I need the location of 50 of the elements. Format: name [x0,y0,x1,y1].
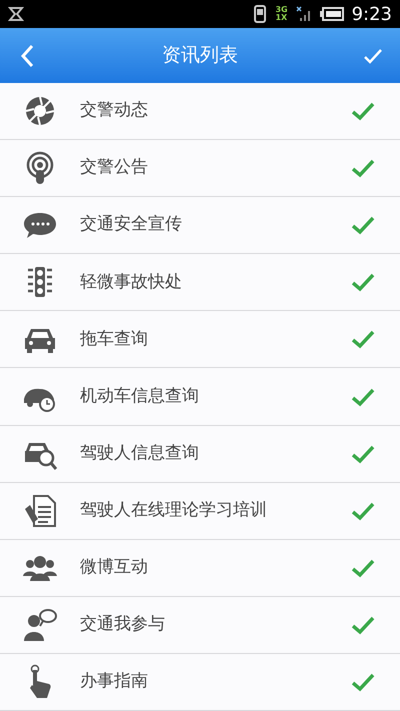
check-icon [351,101,375,122]
item-label: 微博互动 [80,556,149,580]
list-item[interactable]: 交警动态 [0,83,400,140]
network-type: 3G [275,6,288,14]
list-item[interactable]: 驾驶人信息查询 [0,426,400,483]
item-label: 交警动态 [80,99,149,122]
list-item[interactable]: 交警公告 [0,140,400,198]
page-title: 资讯列表 [161,43,239,68]
item-checkbox[interactable] [350,157,376,180]
check-icon [351,444,375,464]
phone-icon [253,5,268,23]
clock-time: 9:23 [352,2,392,26]
check-icon [351,272,375,292]
check-icon [351,158,375,178]
check-icon [351,386,375,407]
item-checkbox[interactable] [350,100,376,122]
hourglass-icon [8,6,24,22]
check-icon [351,614,375,635]
item-checkbox[interactable] [350,271,376,294]
item-label: 机动车信息查询 [80,384,200,408]
person-speech-icon [22,606,58,643]
network-type: 1X [275,14,288,22]
check-icon [351,215,375,236]
list-item[interactable]: 交通我参与 [0,596,400,654]
list-item[interactable]: 办事指南 [0,654,400,711]
list-item[interactable]: 交通安全宣传 [0,197,400,254]
signal-icon [296,6,312,22]
item-label: 驾驶人信息查询 [80,442,200,465]
document-pencil-icon [22,492,58,529]
item-label: 驾驶人在线理论学习培训 [80,498,268,522]
list-item[interactable]: 驾驶人在线理论学习培训 [0,482,400,540]
check-icon [363,48,383,64]
item-label: 交警公告 [80,156,149,180]
back-icon [20,44,34,68]
item-label: 交通我参与 [80,613,166,636]
item-checkbox[interactable] [350,328,376,350]
item-label: 轻微事故快处 [80,270,183,294]
item-label: 办事指南 [80,670,149,694]
battery-icon [320,7,344,21]
list-item[interactable]: 拖车查询 [0,311,400,368]
check-icon [351,500,375,521]
item-checkbox[interactable] [350,214,376,236]
list-item[interactable]: 轻微事故快处 [0,254,400,312]
check-icon [351,672,375,692]
item-label: 拖车查询 [80,328,149,351]
list-item[interactable]: 机动车信息查询 [0,368,400,426]
check-icon [351,558,375,578]
list-item[interactable]: 微博互动 [0,540,400,597]
item-label: 交通安全宣传 [80,213,183,236]
check-icon [351,329,375,350]
